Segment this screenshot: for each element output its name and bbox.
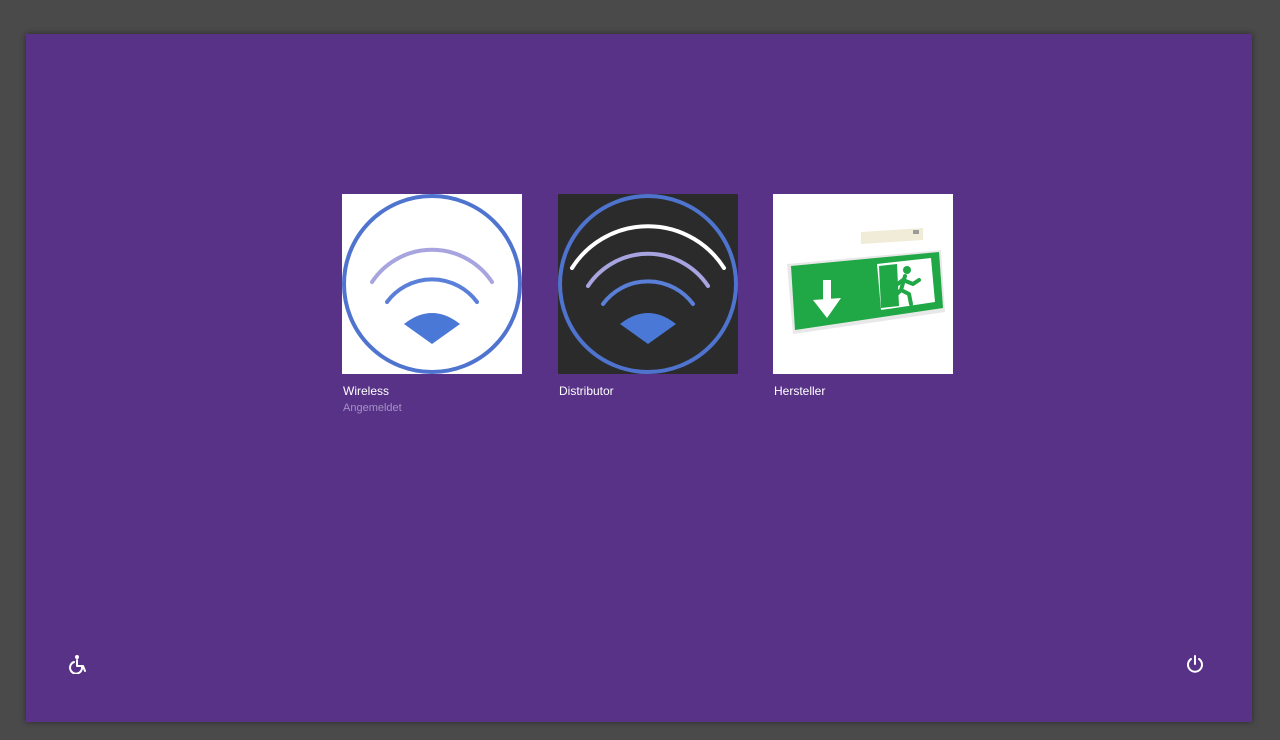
user-avatar (773, 194, 953, 374)
user-tile-distributor[interactable]: Distributor (558, 194, 738, 398)
ease-of-access-icon (69, 655, 86, 674)
user-status: Angemeldet (343, 402, 402, 414)
user-name: Hersteller (774, 384, 826, 398)
wifi-circle-icon (558, 194, 738, 374)
lock-screen-background: Wireless Angemeldet Distributor Herstell… (26, 34, 1252, 722)
power-button[interactable] (1179, 648, 1211, 680)
user-avatar (558, 194, 738, 374)
user-avatar (342, 194, 522, 374)
power-icon (1187, 655, 1203, 673)
user-name: Wireless (343, 384, 390, 398)
user-tile-wireless[interactable]: Wireless Angemeldet (342, 194, 522, 415)
user-tile-hersteller[interactable]: Hersteller (773, 194, 953, 398)
user-name: Distributor (559, 384, 614, 398)
ease-of-access-button[interactable] (62, 648, 94, 680)
wifi-circle-icon (342, 194, 522, 374)
emergency-exit-sign-icon (773, 194, 953, 374)
